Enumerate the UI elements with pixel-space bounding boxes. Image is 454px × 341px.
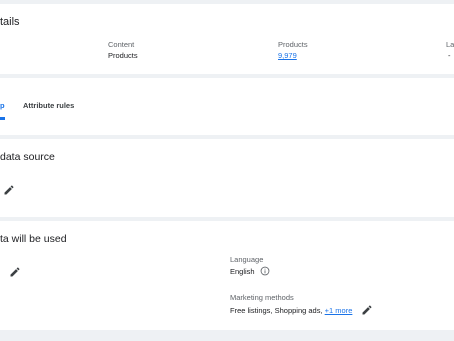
active-tab-indicator — [0, 117, 5, 120]
more-methods-link[interactable]: +1 more — [325, 306, 353, 315]
content-label: Content — [108, 40, 135, 49]
language-column-value: - — [448, 51, 451, 60]
pencil-icon[interactable] — [3, 184, 15, 196]
tabs-bar: p Attribute rules — [0, 78, 454, 135]
language-row: English — [230, 266, 270, 276]
tab-active[interactable]: p — [0, 102, 5, 110]
data-source-title: data source — [0, 151, 55, 163]
details-card: tails Content Products Products 9,979 La… — [0, 4, 454, 74]
info-icon[interactable] — [260, 266, 270, 276]
details-title: tails — [0, 16, 20, 28]
products-label: Products — [278, 40, 308, 49]
language-column-label: La — [446, 40, 454, 49]
data-source-card: data source — [0, 139, 454, 217]
language-label: Language — [230, 255, 264, 264]
data-usage-title: ta will be used — [0, 233, 67, 245]
pencil-icon[interactable] — [9, 266, 21, 278]
marketing-methods-label: Marketing methods — [230, 293, 294, 302]
language-value: English — [230, 266, 255, 276]
data-usage-card: ta will be used Language English Marketi… — [0, 221, 454, 330]
products-count-link[interactable]: 9,979 — [278, 52, 297, 60]
marketing-methods-value: Free listings, Shopping ads, — [230, 305, 325, 315]
tab-attribute-rules[interactable]: Attribute rules — [23, 102, 74, 110]
marketing-methods-row: Free listings, Shopping ads, +1 more — [230, 304, 373, 316]
pencil-icon[interactable] — [361, 304, 373, 316]
content-value: Products — [108, 51, 138, 60]
